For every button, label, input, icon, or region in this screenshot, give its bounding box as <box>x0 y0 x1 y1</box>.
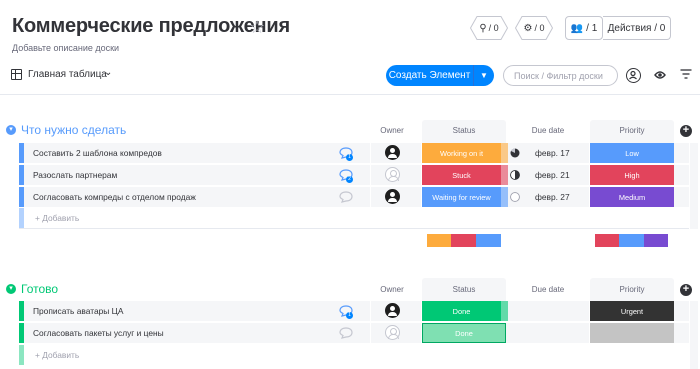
column-header-priority[interactable]: Priority <box>590 278 674 301</box>
timeline-progress-icon <box>510 148 520 158</box>
activity-button[interactable]: Действия / 0 <box>603 16 671 40</box>
item-name[interactable]: Согласовать компреды с отделом продаж <box>33 192 196 202</box>
update-count-badge: 1 <box>346 312 353 319</box>
column-header-owner[interactable]: Owner <box>371 126 413 135</box>
column-header-status[interactable]: Status <box>422 120 506 143</box>
header-divider <box>0 94 700 95</box>
column-header-priority[interactable]: Priority <box>590 120 674 143</box>
group-title[interactable]: Готово <box>21 282 58 296</box>
status-label[interactable]: Done <box>422 301 501 321</box>
timeline-progress-icon <box>510 192 520 202</box>
create-item-label: Создать Элемент <box>388 70 471 81</box>
integrations-button[interactable]: ⚲ / 0 <box>470 16 508 40</box>
priority-label[interactable]: Medium <box>590 187 674 207</box>
chevron-down-icon[interactable]: ▼ <box>474 71 494 80</box>
owner-avatar[interactable] <box>385 189 400 204</box>
item-name[interactable]: Составить 2 шаблона компредов <box>33 148 162 158</box>
automations-button[interactable]: ⚙ / 0 <box>515 16 553 40</box>
column-header-due-date[interactable]: Due date <box>506 126 590 135</box>
chat-icon[interactable] <box>339 327 353 339</box>
priority-label[interactable]: Urgent <box>590 301 674 321</box>
owner-placeholder-icon[interactable] <box>385 167 400 182</box>
owner-avatar[interactable] <box>385 303 400 318</box>
add-column-icon[interactable]: + <box>680 284 692 296</box>
priority-label[interactable]: Low <box>590 143 674 163</box>
create-item-button[interactable]: Создать Элемент ▼ <box>386 65 494 86</box>
owner-placeholder-icon[interactable] <box>385 325 400 340</box>
plug-icon: ⚲ <box>479 22 487 34</box>
priority-summary-segment <box>595 234 619 247</box>
table-view-icon <box>11 69 22 80</box>
table-row[interactable]: Прописать аватары ЦА 1 Done Urgent <box>19 301 689 321</box>
eye-icon[interactable] <box>654 70 666 80</box>
filter-icon[interactable] <box>680 69 692 79</box>
chevron-down-icon[interactable]: ⌄ <box>104 67 112 78</box>
group-title[interactable]: Что нужно сделать <box>21 123 126 137</box>
column-header-owner[interactable]: Owner <box>371 285 413 294</box>
person-filter-icon[interactable] <box>626 68 641 83</box>
automations-count: / 0 <box>534 23 545 33</box>
update-count-badge: 2 <box>346 176 353 183</box>
status-label[interactable]: Stuck <box>422 165 501 185</box>
item-name[interactable]: Согласовать пакеты услуг и цены <box>33 328 164 338</box>
add-item-input[interactable]: + Добавить <box>35 213 79 223</box>
priority-label[interactable]: High <box>590 165 674 185</box>
due-date[interactable]: февр. 21 <box>535 170 570 180</box>
update-count-badge: 1 <box>346 154 353 161</box>
item-name[interactable]: Прописать аватары ЦА <box>33 306 123 316</box>
timeline-progress-icon <box>510 170 520 180</box>
board-description[interactable]: Добавьте описание доски <box>12 43 119 53</box>
people-icon: 👥 <box>570 22 584 34</box>
status-label[interactable]: Working on it <box>422 143 501 163</box>
priority-label[interactable] <box>590 323 674 343</box>
favorite-star-icon[interactable]: ☆ <box>249 17 265 37</box>
due-date[interactable]: февр. 17 <box>535 148 570 158</box>
robot-icon: ⚙ <box>523 22 533 34</box>
members-button[interactable]: 👥 / 1 <box>565 16 603 40</box>
owner-avatar[interactable] <box>385 145 400 160</box>
scrollbar[interactable] <box>690 301 698 369</box>
search-filter-input[interactable]: Поиск / Фильтр доски <box>503 65 618 86</box>
add-column-icon[interactable]: + <box>680 125 692 137</box>
status-summary-segment <box>476 234 501 247</box>
status-label[interactable]: Waiting for review <box>422 187 501 207</box>
members-count: / 1 <box>586 22 598 34</box>
priority-summary-segment <box>644 234 668 247</box>
status-label[interactable]: Done <box>422 323 506 343</box>
priority-summary-segment <box>619 234 644 247</box>
table-row[interactable]: Согласовать компреды с отделом продаж Wa… <box>19 187 689 207</box>
add-item-input[interactable]: + Добавить <box>35 350 79 360</box>
column-header-status[interactable]: Status <box>422 278 506 301</box>
add-item-row[interactable]: + Добавить <box>19 208 689 228</box>
column-header-due-date[interactable]: Due date <box>506 285 590 294</box>
add-item-row[interactable]: + Добавить <box>19 345 689 365</box>
group-collapse-icon[interactable]: ▾ <box>6 284 16 294</box>
due-date[interactable]: февр. 27 <box>535 192 570 202</box>
status-summary-segment <box>451 234 476 247</box>
status-summary-segment <box>427 234 451 247</box>
main-table-view[interactable]: Главная таблица <box>28 69 107 80</box>
item-name[interactable]: Разослать партнерам <box>33 170 117 180</box>
integrations-count: / 0 <box>488 23 499 33</box>
table-row[interactable]: Составить 2 шаблона компредов 1 Working … <box>19 143 689 163</box>
chat-icon[interactable] <box>339 191 353 203</box>
group-collapse-icon[interactable]: ▾ <box>6 125 16 135</box>
table-row[interactable]: Разослать партнерам 2 Stuck февр. 21 Hig… <box>19 165 689 185</box>
table-row[interactable]: Согласовать пакеты услуг и цены Done <box>19 323 689 343</box>
scrollbar[interactable] <box>690 143 698 229</box>
activity-label: Действия / 0 <box>607 22 666 34</box>
